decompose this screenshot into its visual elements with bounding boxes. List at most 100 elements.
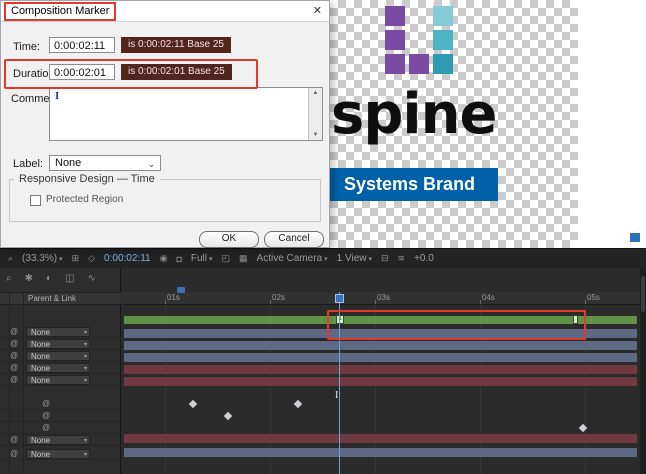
scroll-up-icon[interactable]: ▲: [309, 90, 322, 96]
label-dropdown-value: None: [55, 157, 81, 169]
layer-bar-slate[interactable]: [124, 448, 637, 457]
keyframe-diamond[interactable]: [224, 412, 232, 420]
layer-bar-maroon[interactable]: [124, 377, 637, 386]
pick-whip-icon[interactable]: @: [10, 327, 18, 337]
timeline-track-area: 01s 02s 03s 04s 05s 1: [122, 268, 640, 474]
layer-row: @ None▾: [0, 350, 121, 362]
close-icon[interactable]: ✕: [313, 4, 322, 17]
pick-whip-icon[interactable]: @: [10, 435, 18, 445]
duration-field[interactable]: 0:00:02:01: [49, 64, 115, 80]
chevron-down-icon: ▾: [84, 377, 87, 385]
frame-blend-icon[interactable]: ◐: [46, 273, 52, 284]
cancel-button[interactable]: Cancel: [264, 231, 324, 248]
zoom-level-dropdown[interactable]: (33.3%) ▾: [22, 253, 63, 264]
parent-link-header-label: Parent & Link: [28, 293, 76, 304]
time-label: Time:: [13, 41, 40, 53]
fast-preview-icon[interactable]: ≋: [398, 253, 406, 264]
snapshot-icon[interactable]: ◉: [160, 253, 168, 264]
layer-row: @ None▾: [0, 362, 121, 374]
brand-banner: Systems Brand: [330, 168, 498, 201]
parent-link-dropdown[interactable]: None▾: [26, 435, 90, 445]
layer-bar-slate[interactable]: [124, 329, 637, 338]
parent-link-value: None: [31, 328, 50, 337]
keyframe-diamond[interactable]: [189, 400, 197, 408]
ibeam-cursor: I: [335, 390, 338, 401]
pick-whip-icon[interactable]: @: [10, 363, 18, 373]
label-dropdown[interactable]: None ⌄: [49, 155, 161, 171]
dialog-title: Composition Marker: [4, 2, 116, 21]
resolution-value: Full: [191, 253, 207, 264]
parent-link-dropdown[interactable]: None▾: [26, 375, 90, 385]
layer-bar-slate[interactable]: [124, 341, 637, 350]
pick-whip-icon[interactable]: @: [10, 449, 18, 459]
property-row: @: [0, 422, 121, 434]
view-layout-value: 1 View: [337, 253, 367, 264]
pick-whip-icon[interactable]: @: [42, 411, 50, 421]
ruler-tick: [480, 300, 481, 304]
parent-link-dropdown[interactable]: None▾: [26, 327, 90, 337]
ruler-tick-label: 03s: [377, 293, 390, 302]
grid-guides-icon[interactable]: ⊞: [72, 253, 80, 264]
pick-whip-icon[interactable]: @: [42, 423, 50, 433]
motion-blur-icon[interactable]: ◫: [65, 273, 74, 284]
parent-link-dropdown[interactable]: None▾: [26, 449, 90, 459]
shy-icon[interactable]: ✱: [25, 273, 33, 284]
after-effects-window: spine Systems Brand Composition Marker ✕…: [0, 0, 646, 474]
ok-button[interactable]: OK: [199, 231, 259, 248]
duration-info: is 0:00:02:01 Base 25: [121, 64, 232, 80]
layer-row: @ None▾: [0, 338, 121, 350]
logo-square: [385, 6, 405, 26]
show-channel-icon[interactable]: ◘: [176, 254, 181, 264]
playhead-handle[interactable]: [335, 294, 344, 303]
timeline-scrollbar[interactable]: [640, 268, 646, 474]
protected-region-checkbox[interactable]: [30, 195, 41, 206]
layer-bar-maroon[interactable]: [124, 365, 637, 374]
layer-bar-slate[interactable]: [124, 353, 637, 362]
logo-square: [433, 30, 453, 50]
exposure-value[interactable]: +0.0: [414, 253, 434, 264]
layer-row: @ None▾: [0, 326, 121, 338]
transparency-grid-icon[interactable]: ▦: [239, 253, 248, 264]
camera-dropdown[interactable]: Active Camera ▾: [257, 253, 328, 264]
time-ruler[interactable]: 01s 02s 03s 04s 05s: [122, 292, 640, 305]
region-of-interest-icon[interactable]: ◰: [222, 253, 231, 264]
comment-scrollbar[interactable]: ▲ ▼: [308, 88, 322, 140]
time-field[interactable]: 0:00:02:11: [49, 37, 115, 53]
keyframe-diamond[interactable]: [294, 400, 302, 408]
composition-viewer: spine Systems Brand: [330, 0, 646, 248]
dialog-titlebar[interactable]: Composition Marker ✕: [1, 1, 329, 22]
chevron-down-icon: ▾: [368, 255, 372, 263]
playhead-line[interactable]: [339, 292, 340, 474]
responsive-design-title: Responsive Design — Time: [14, 173, 160, 185]
pick-whip-icon[interactable]: @: [10, 375, 18, 385]
scroll-down-icon[interactable]: ▼: [309, 132, 322, 138]
pick-whip-icon[interactable]: @: [10, 339, 18, 349]
layer-bar-maroon[interactable]: [124, 434, 637, 443]
chevron-down-icon: ▾: [84, 451, 87, 459]
resolution-dropdown[interactable]: Full ▾: [191, 253, 213, 264]
layer-bar-green[interactable]: [124, 316, 637, 324]
parent-link-dropdown[interactable]: None▾: [26, 363, 90, 373]
comp-marker-start[interactable]: 1: [336, 315, 344, 324]
comment-textarea[interactable]: I ▲ ▼: [49, 87, 323, 141]
timeline-marker-icon[interactable]: [177, 287, 185, 293]
pixel-aspect-icon[interactable]: ⊟: [381, 253, 389, 264]
ruler-tick-label: 04s: [482, 293, 495, 302]
pick-whip-icon[interactable]: @: [10, 351, 18, 361]
graph-editor-icon[interactable]: ∿: [88, 273, 96, 284]
panel-corner-icon[interactable]: [630, 233, 640, 242]
current-time-display[interactable]: 0:00:02:11: [104, 253, 151, 264]
search-icon[interactable]: ⌕: [6, 273, 12, 284]
mask-visibility-icon[interactable]: ◇: [88, 253, 95, 264]
magnify-icon[interactable]: ⌕: [8, 253, 13, 264]
scrollbar-thumb[interactable]: [641, 276, 645, 312]
pick-whip-icon[interactable]: @: [42, 399, 50, 409]
comp-marker-end[interactable]: [573, 315, 578, 324]
viewer-toolbar: ⌕ (33.3%) ▾ ⊞ ◇ 0:00:02:11 ◉ ◘ Full ▾ ◰ …: [0, 248, 646, 268]
view-layout-dropdown[interactable]: 1 View ▾: [337, 253, 372, 264]
parent-link-dropdown[interactable]: None▾: [26, 351, 90, 361]
parent-link-dropdown[interactable]: None▾: [26, 339, 90, 349]
logo-square: [433, 54, 453, 74]
parent-link-header[interactable]: Parent & Link: [0, 292, 121, 305]
logo-square: [385, 30, 405, 50]
